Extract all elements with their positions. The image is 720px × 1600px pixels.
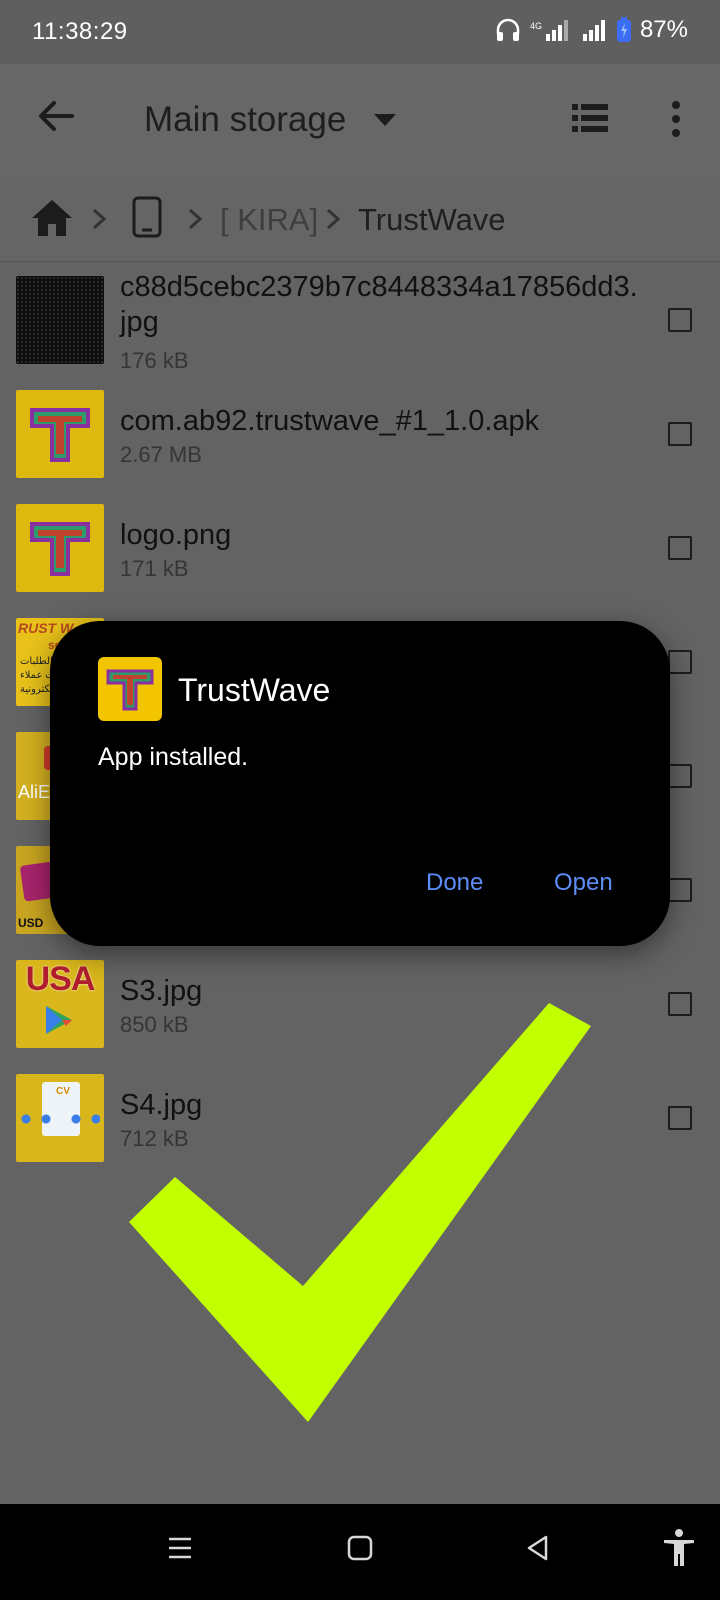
file-checkbox[interactable] [668, 536, 692, 560]
file-thumbnail [16, 390, 104, 478]
status-icons: 4G 87% [494, 16, 688, 44]
battery-icon [616, 17, 631, 42]
open-button[interactable]: Open [554, 869, 613, 897]
file-size: 176 kB [120, 348, 189, 373]
back-button-icon[interactable] [524, 1534, 552, 1562]
signal-2-icon [582, 20, 605, 41]
file-checkbox[interactable] [668, 878, 692, 902]
file-row[interactable]: logo.png 171 kB [0, 504, 720, 618]
breadcrumb: [ KIRA] TrustWave [0, 176, 720, 262]
file-name: com.ab92.trustwave_#1_1.0.apk [120, 405, 540, 437]
file-name: S4.jpg [120, 1089, 203, 1121]
navigation-bar [0, 1504, 720, 1600]
file-checkbox[interactable] [668, 650, 692, 674]
network-type: 4G [529, 20, 542, 31]
status-bar: 11:38:29 4G 87% [0, 0, 720, 64]
file-size: 712 kB [120, 1126, 189, 1151]
file-row[interactable]: CV S4.jpg 712 kB [0, 1074, 720, 1188]
install-dialog: TrustWave App installed. Done Open [50, 621, 670, 946]
file-thumbnail [16, 504, 104, 592]
accessibility-icon[interactable] [662, 1528, 696, 1568]
more-vert-icon[interactable] [664, 100, 688, 138]
thumb-text: CV [56, 1086, 70, 1097]
trustwave-logo-icon [30, 522, 90, 576]
battery-percent: 87% [639, 16, 688, 43]
chevron-right-icon [326, 208, 340, 230]
file-checkbox[interactable] [668, 308, 692, 332]
file-name: logo.png [120, 519, 232, 551]
chevron-right-icon [92, 208, 106, 230]
thumb-text: USA [25, 960, 96, 998]
home-button-icon[interactable] [346, 1534, 374, 1562]
file-size: 2.67 MB [120, 442, 202, 467]
social-dots [20, 1114, 100, 1124]
storage-selector-title[interactable]: Main storage [144, 100, 346, 140]
thumb-text: USD [18, 916, 44, 930]
file-thumbnail [16, 276, 104, 364]
breadcrumb-folder-kira[interactable]: [ KIRA] [220, 202, 318, 238]
headphones-icon [496, 18, 520, 41]
file-checkbox[interactable] [668, 422, 692, 446]
chevron-right-icon [188, 208, 202, 230]
file-checkbox[interactable] [668, 1106, 692, 1130]
phone-icon[interactable] [132, 196, 162, 238]
file-thumbnail: CV [16, 1074, 104, 1162]
trustwave-logo-icon [106, 669, 154, 711]
chevron-down-icon[interactable] [374, 114, 396, 128]
file-checkbox[interactable] [668, 764, 692, 788]
file-thumbnail: USA [16, 960, 104, 1048]
breadcrumb-folder-trustwave[interactable]: TrustWave [358, 202, 506, 238]
app-bar: Main storage [0, 64, 720, 176]
done-button[interactable]: Done [426, 869, 483, 897]
dialog-app-name: TrustWave [178, 672, 331, 708]
file-checkbox[interactable] [668, 992, 692, 1016]
signal-icon [545, 20, 568, 41]
status-time: 11:38:29 [32, 18, 128, 45]
list-view-icon[interactable] [570, 98, 610, 138]
app-icon [98, 657, 162, 721]
home-icon[interactable] [30, 198, 74, 238]
file-row[interactable]: com.ab92.trustwave_#1_1.0.apk 2.67 MB [0, 390, 720, 504]
back-arrow-icon[interactable] [34, 94, 78, 138]
trustwave-logo-icon [30, 408, 90, 462]
menu-icon[interactable] [166, 1534, 194, 1562]
dialog-message: App installed. [98, 743, 249, 771]
file-row[interactable]: c88d5cebc2379b7c8448334a17856dd3.jpg 176… [0, 262, 720, 376]
file-row[interactable]: USA S3.jpg 850 kB [0, 960, 720, 1074]
play-store-icon [46, 1006, 72, 1034]
file-size: 171 kB [120, 556, 189, 581]
file-name: S3.jpg [120, 975, 203, 1007]
file-name: c88d5cebc2379b7c8448334a17856dd3.jpg [120, 271, 638, 338]
file-size: 850 kB [120, 1012, 189, 1037]
